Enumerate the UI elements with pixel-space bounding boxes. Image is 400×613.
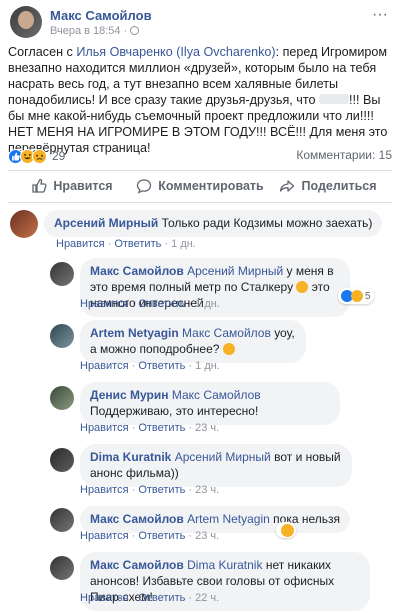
comment-reply-link[interactable]: Ответить — [138, 484, 185, 496]
post-time[interactable]: Вчера в 18:54 · — [50, 25, 127, 37]
comment-like-link[interactable]: Нравится — [80, 484, 129, 496]
post-header: Макс Самойлов Вчера в 18:54 · ··· — [0, 0, 400, 42]
author-avatar[interactable] — [10, 6, 42, 38]
comment-reply-link[interactable]: Ответить — [138, 422, 185, 434]
commenter-name[interactable]: Макс Самойлов — [90, 558, 184, 572]
smile-emoji-icon — [296, 281, 309, 293]
like-button[interactable]: Нравится — [8, 170, 136, 202]
comment-actions: Нравится · Ответить · 23 ч. — [80, 530, 220, 542]
comment-bubble: Artem Netyagin Макс Самойлов уоу, а можн… — [80, 320, 306, 363]
reply-item: Artem Netyagin Макс Самойлов уоу, а можн… — [50, 320, 390, 376]
comment-bubble: Dima Kuratnik Арсений Мирный вот и новый… — [80, 444, 352, 487]
comment-reply-link[interactable]: Ответить — [138, 530, 185, 542]
reply-item: Макс Самойлов Арсений Мирный у меня в эт… — [50, 258, 390, 317]
comment-reactions[interactable]: 5 — [338, 288, 374, 304]
comment-actions: Нравится · Ответить · 23 ч. — [80, 422, 220, 434]
globe-icon — [130, 26, 140, 35]
comment-item: Арсений Мирный Только ради Кодзимы можно… — [10, 210, 390, 254]
commenter-avatar[interactable] — [50, 324, 74, 348]
comment-icon — [137, 179, 152, 194]
comment-text: Только ради Кодзимы можно заехать) — [161, 216, 373, 230]
mention-link[interactable]: Artem Netyagin — [187, 512, 270, 526]
sad-reaction-icon — [281, 523, 294, 537]
mention-link[interactable]: Dima Kuratnik — [187, 558, 262, 572]
haha-reaction-icon — [351, 290, 363, 302]
share-icon — [280, 180, 295, 192]
commenter-avatar[interactable] — [50, 556, 74, 580]
comment-reactions[interactable] — [276, 522, 296, 538]
commenter-name[interactable]: Dima Kuratnik — [90, 450, 171, 464]
share-label: Поделиться — [301, 179, 377, 193]
comment-time[interactable]: 1 дн. — [171, 238, 196, 250]
reply-item: Макс Самойлов Dima Kuratnik нет никаких … — [50, 552, 390, 611]
share-button[interactable]: Поделиться — [264, 170, 392, 202]
reply-item: Dima Kuratnik Арсений Мирный вот и новый… — [50, 444, 390, 500]
comment-actions: Нравится · Ответить · 22 ч. — [80, 592, 220, 604]
comment-time[interactable]: 23 ч. — [195, 422, 219, 434]
commenter-avatar[interactable] — [50, 262, 74, 286]
commenter-name[interactable]: Денис Мурин — [90, 388, 168, 402]
comment-time[interactable]: 23 ч. — [195, 530, 219, 542]
comment-bubble: Макс Самойлов Artem Netyagin пока нельзя — [80, 506, 351, 533]
mention-link[interactable]: Арсений Мирный — [187, 264, 283, 278]
comment-bubble: Арсений Мирный Только ради Кодзимы можно… — [44, 210, 383, 237]
thumbs-up-icon — [32, 178, 47, 193]
divider — [8, 202, 392, 203]
comment-reply-link[interactable]: Ответить — [138, 360, 185, 372]
post-actions-bar: Нравится Комментировать Поделиться — [8, 170, 392, 202]
comment-actions: Нравится · Ответить · 1 дн. — [56, 238, 196, 250]
reply-item: Макс Самойлов Artem Netyagin пока нельзя… — [50, 506, 390, 546]
reactions-summary[interactable]: 29 — [8, 148, 65, 164]
comment-reply-link[interactable]: Ответить — [114, 238, 161, 250]
comment-time[interactable]: 1 дн. — [195, 298, 220, 310]
commenter-name[interactable]: Artem Netyagin — [90, 326, 179, 340]
author-name[interactable]: Макс Самойлов — [50, 8, 152, 23]
comment-reply-link[interactable]: Ответить — [138, 298, 185, 310]
comment-bubble: Денис Мурин Макс Самойлов Поддерживаю, э… — [80, 382, 340, 425]
redacted-text — [319, 94, 349, 104]
post-text: Согласен с Илья Овчаренко (Ilya Ovcharen… — [8, 45, 388, 155]
comment-button[interactable]: Комментировать — [136, 170, 264, 202]
commenter-avatar[interactable] — [50, 386, 74, 410]
commenter-avatar[interactable] — [50, 448, 74, 472]
comment-like-link[interactable]: Нравится — [80, 530, 129, 542]
comment-like-link[interactable]: Нравится — [80, 360, 129, 372]
sad-reaction-icon — [32, 148, 47, 164]
comment-time[interactable]: 1 дн. — [195, 360, 220, 372]
reactions-count: 29 — [52, 149, 66, 163]
reply-item: Денис Мурин Макс Самойлов Поддерживаю, э… — [50, 382, 390, 438]
mention-link[interactable]: Арсений Мирный — [175, 450, 271, 464]
commenter-avatar[interactable] — [50, 508, 74, 532]
like-label: Нравится — [53, 179, 113, 193]
commenter-avatar[interactable] — [10, 210, 38, 238]
mention-link[interactable]: Илья Овчаренко (Ilya Ovcharenko) — [76, 45, 275, 59]
comment-reply-link[interactable]: Ответить — [138, 592, 185, 604]
commenter-name[interactable]: Макс Самойлов — [90, 264, 184, 278]
mention-link[interactable]: Макс Самойлов — [182, 326, 271, 340]
reaction-count: 5 — [365, 290, 371, 302]
comment-like-link[interactable]: Нравится — [56, 238, 105, 250]
comment-like-link[interactable]: Нравится — [80, 592, 129, 604]
comments-count-link[interactable]: Комментарии: 15 — [296, 148, 392, 162]
comment-time[interactable]: 22 ч. — [195, 592, 219, 604]
comment-time[interactable]: 23 ч. — [195, 484, 219, 496]
commenter-name[interactable]: Арсений Мирный — [54, 216, 158, 230]
comment-like-link[interactable]: Нравится — [80, 422, 129, 434]
more-options-icon[interactable]: ··· — [372, 6, 388, 24]
comment-actions: Нравится · Ответить · 23 ч. — [80, 484, 220, 496]
mention-link[interactable]: Макс Самойлов — [172, 388, 261, 402]
commenter-name[interactable]: Макс Самойлов — [90, 512, 184, 526]
post-meta: Вчера в 18:54 · — [50, 25, 140, 37]
comment-actions: Нравится · Ответить · 1 дн. — [80, 360, 220, 372]
comment-actions: Нравится · Ответить · 1 дн. — [80, 298, 220, 310]
facebook-post: Макс Самойлов Вчера в 18:54 · ··· Соглас… — [0, 0, 400, 613]
comment-label: Комментировать — [158, 179, 264, 193]
smile-emoji-icon — [222, 343, 235, 355]
comment-like-link[interactable]: Нравится — [80, 298, 129, 310]
